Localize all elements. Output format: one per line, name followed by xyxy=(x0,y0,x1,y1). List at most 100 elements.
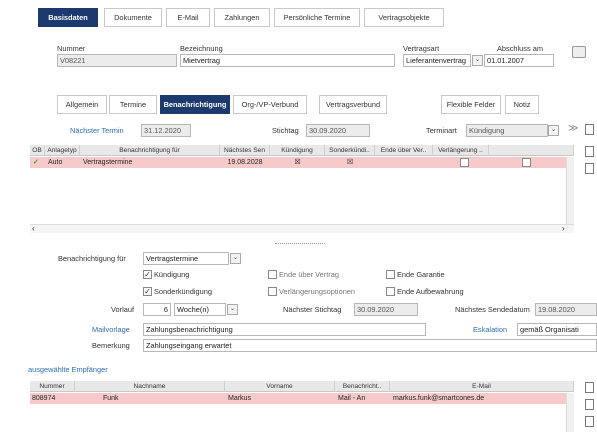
vertragsart-label: Vertragsart xyxy=(403,44,440,53)
col-ende-ueber-vertrag[interactable]: Ende über Ver.. xyxy=(375,145,433,156)
ok-check-icon: ✓ xyxy=(33,159,39,166)
ende-aufbewahrung-checkbox[interactable] xyxy=(386,287,395,296)
cell-anlagetyp: Auto xyxy=(48,159,63,166)
verlaengerungsoptionen-checkbox[interactable] xyxy=(268,287,277,296)
tab-zahlungen[interactable]: Zahlungen xyxy=(214,8,270,27)
ende-vertrag-checkbox[interactable] xyxy=(268,270,277,279)
col-anlagetyp[interactable]: Anlagetyp xyxy=(45,145,80,156)
subtab-benachrichtigung[interactable]: Benachrichtigung xyxy=(160,95,230,114)
col-kuendigung[interactable]: Kündigung xyxy=(270,145,325,156)
cell-verlaengerung-checkbox[interactable] xyxy=(522,158,531,167)
bezeichnung-label: Bezeichnung xyxy=(180,44,223,53)
forward-icon[interactable]: ≫ xyxy=(568,123,578,134)
subtab-notiz[interactable]: Notiz xyxy=(505,95,539,114)
mailvorlage-label[interactable]: Mailvorlage xyxy=(92,325,130,334)
terminart-label: Terminart xyxy=(426,126,457,135)
copy-icon[interactable] xyxy=(585,124,594,135)
stichtag-label: Stichtag xyxy=(272,126,299,135)
cell-vorname: Markus xyxy=(228,395,251,402)
eskalation-field[interactable]: gemäß Organisati xyxy=(517,323,597,336)
verlaengerungsoptionen-label: Verlängerungsoptionen xyxy=(279,287,356,296)
tab-dokumente[interactable]: Dokumente xyxy=(104,8,162,27)
col-email[interactable]: E-Mail xyxy=(390,381,574,392)
car-icon[interactable] xyxy=(572,46,586,58)
col-nachname[interactable]: Nachname xyxy=(75,381,225,392)
tab-vertragsobjekte[interactable]: Vertragsobjekte xyxy=(364,8,444,27)
vorlauf-label: Vorlauf xyxy=(111,305,135,314)
naechster-termin-field: 31.12.2020 xyxy=(141,124,191,137)
col-vorname[interactable]: Vorname xyxy=(225,381,335,392)
subtab-termine[interactable]: Termine xyxy=(109,95,157,114)
subtab-allgemein[interactable]: Allgemein xyxy=(57,95,107,114)
vertragsart-dropdown-icon[interactable]: ⌄ xyxy=(472,55,483,66)
col-sonderkuendigung[interactable]: Sonderkündi.. xyxy=(325,145,375,156)
benachrichtigung-fuer-label: Benachrichtigung für xyxy=(58,254,126,263)
nummer-field[interactable]: V08221 xyxy=(57,54,177,67)
benachrichtigung-fuer-field[interactable]: Vertragstermine xyxy=(143,252,229,265)
delete-recipient-icon[interactable] xyxy=(585,416,594,427)
ende-garantie-label: Ende Garantie xyxy=(397,270,445,279)
abschluss-label: Abschluss am xyxy=(497,44,544,53)
new-document-icon[interactable] xyxy=(585,146,594,157)
naechster-stichtag-field: 30.09.2020 xyxy=(354,303,418,316)
table-row[interactable]: 808974 Funk Markus Mail - An markus.funk… xyxy=(30,393,574,404)
table-row[interactable]: ✓ Auto Vertragstermine 19.08.2028 ☒ ☒ xyxy=(30,157,574,168)
naechstes-sendedatum-field: 19.08.2020 xyxy=(535,303,597,316)
bemerkung-label: Bemerkung xyxy=(92,341,130,350)
grid1-horizontal-scrollbar[interactable]: ‹ › xyxy=(30,224,574,233)
cell-email: markus.funk@smartcones.de xyxy=(393,395,485,402)
splitter-handle[interactable] xyxy=(275,243,325,244)
tab-persoenliche-termine[interactable]: Persönliche Termine xyxy=(274,8,360,27)
bezeichnung-field[interactable]: Mietvertrag xyxy=(180,54,395,67)
col-extra xyxy=(489,145,574,156)
col-benachrichtigung-fuer[interactable]: Benachrichtigung für xyxy=(80,145,220,156)
kuendigung-label: Kündigung xyxy=(154,270,190,279)
naechster-stichtag-label: Nächster Stichtag xyxy=(283,305,342,314)
tab-basisdaten[interactable]: Basisdaten xyxy=(38,8,98,27)
refresh-recipient-icon[interactable] xyxy=(585,399,594,410)
scroll-right-icon[interactable]: › xyxy=(562,224,565,233)
subtab-flexible-felder[interactable]: Flexible Felder xyxy=(441,95,501,114)
sonderkuendigung-label: Sonderkündigung xyxy=(154,287,212,296)
mailvorlage-field[interactable]: Zahlungsbenachrichtigung xyxy=(143,323,426,336)
cell-benachrichtigung: Mail - An xyxy=(338,395,366,402)
vorlauf-unit-field[interactable]: Woche(n) xyxy=(174,303,226,316)
ende-aufbewahrung-label: Ende Aufbewahrung xyxy=(397,287,464,296)
delete-document-icon[interactable] xyxy=(585,163,594,174)
recipient-grid-header: Nummer Nachname Vorname Benachricht.. E-… xyxy=(30,381,574,392)
kuendigung-checkbox[interactable]: ✓ xyxy=(143,270,152,279)
bemerkung-field[interactable]: Zahlungseingang erwartet xyxy=(143,339,597,352)
grid1-vertical-scrollbar[interactable] xyxy=(566,157,574,224)
tab-email[interactable]: E-Mail xyxy=(166,8,210,27)
cell-kuendigung-checkbox[interactable]: ☒ xyxy=(270,157,325,168)
add-recipient-icon[interactable] xyxy=(585,382,594,393)
eskalation-label[interactable]: Eskalation xyxy=(473,325,507,334)
scroll-left-icon[interactable]: ‹ xyxy=(32,224,35,233)
subtab-vertragsverbund[interactable]: Vertragsverbund xyxy=(319,95,387,114)
sonderkuendigung-checkbox[interactable]: ✓ xyxy=(143,287,152,296)
col-ob[interactable]: OB xyxy=(30,145,45,156)
col-verlaengerung[interactable]: Verlängerung .. xyxy=(433,145,489,156)
vorlauf-unit-dropdown-icon[interactable]: ⌄ xyxy=(227,304,238,315)
vorlauf-number-field[interactable]: 6 xyxy=(143,303,171,316)
notification-grid-header: OB Anlagetyp Benachrichtigung für Nächst… xyxy=(30,145,574,156)
terminart-field[interactable]: Kündigung xyxy=(466,124,548,137)
col-benachrichtigung[interactable]: Benachricht.. xyxy=(335,381,390,392)
vertragsart-field[interactable]: Lieferantenvertrag xyxy=(403,54,471,67)
abschluss-field[interactable]: 01.01.2007 xyxy=(484,54,554,67)
nummer-label: Nummer xyxy=(57,44,86,53)
stichtag-field: 30.09.2020 xyxy=(306,124,370,137)
terminart-dropdown-icon[interactable]: ⌄ xyxy=(548,125,559,136)
grid2-vertical-scrollbar[interactable] xyxy=(566,393,574,432)
benachrichtigung-dropdown-icon[interactable]: ⌄ xyxy=(230,253,241,264)
cell-ende-ueber-vertrag-checkbox[interactable] xyxy=(460,158,469,167)
cell-sonderkuendigung-checkbox[interactable]: ☒ xyxy=(325,157,375,168)
col-nummer[interactable]: Nummer xyxy=(30,381,75,392)
ende-garantie-checkbox[interactable] xyxy=(386,270,395,279)
ende-vertrag-label: Ende über Vertrag xyxy=(279,270,339,279)
cell-naechstes-sen: 19.08.2028 xyxy=(227,159,263,166)
naechster-termin-label[interactable]: Nächster Termin xyxy=(70,126,124,135)
subtab-org-vp-verbund[interactable]: Org-/VP-Verbund xyxy=(233,95,307,114)
naechstes-sendedatum-label: Nächstes Sendedatum xyxy=(455,305,530,314)
col-naechstes-sen[interactable]: Nächstes Sen xyxy=(220,145,270,156)
